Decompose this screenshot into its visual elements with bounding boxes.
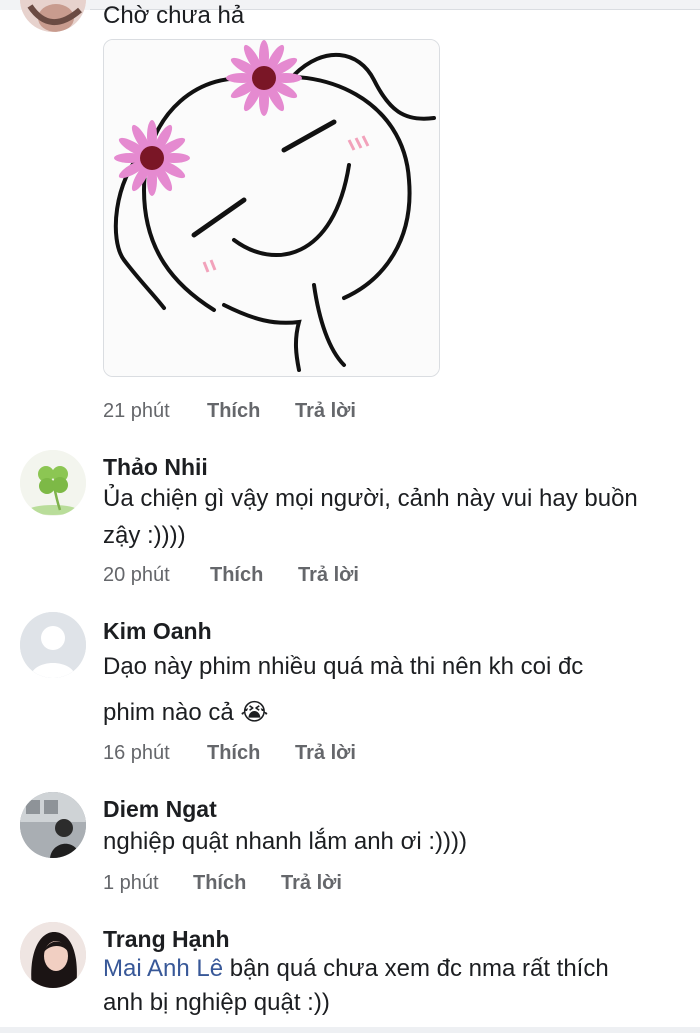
- reply-button[interactable]: Trả lời: [295, 400, 356, 423]
- like-button[interactable]: Thích: [207, 742, 260, 765]
- avatar[interactable]: [20, 922, 86, 988]
- comment-text: nghiệp quật nhanh lắm anh ơi :)))): [103, 828, 467, 855]
- comment-sticker[interactable]: [103, 39, 440, 377]
- timestamp[interactable]: 16 phút: [103, 742, 170, 765]
- clover-avatar-icon: [20, 450, 86, 516]
- avatar-photo: [20, 0, 86, 32]
- bottom-divider: [0, 1027, 700, 1033]
- like-button[interactable]: Thích: [207, 400, 260, 423]
- avatar[interactable]: [20, 792, 86, 858]
- mention-link[interactable]: Mai Anh Lê: [103, 955, 223, 982]
- like-button[interactable]: Thích: [210, 564, 263, 587]
- reply-button[interactable]: Trả lời: [295, 742, 356, 765]
- like-button[interactable]: Thích: [193, 872, 246, 895]
- default-profile-icon: [20, 612, 86, 678]
- comment-text: Dạo này phim nhiều quá mà thi nên kh coi…: [103, 653, 584, 726]
- avatar[interactable]: [20, 450, 86, 516]
- commenter-name[interactable]: Kim Oanh: [103, 618, 212, 645]
- comment-text: Ủa chiện gì vậy mọi người, cảnh này vui …: [103, 485, 638, 549]
- commenter-name[interactable]: Thảo Nhii: [103, 454, 208, 481]
- avatar[interactable]: [20, 0, 86, 32]
- comment-text: Chờ chưa hả: [103, 2, 245, 29]
- avatar-photo: [20, 922, 86, 988]
- crying-face-emoji: 😭: [240, 699, 269, 726]
- avatar-photo: [20, 792, 86, 858]
- smiling-face-with-flowers-sticker: [104, 40, 439, 376]
- timestamp[interactable]: 20 phút: [103, 564, 170, 587]
- timestamp[interactable]: 1 phút: [103, 872, 159, 895]
- reply-button[interactable]: Trả lời: [281, 872, 342, 895]
- comment-text: Mai Anh Lê bận quá chưa xem đc nma rất t…: [103, 955, 609, 1016]
- commenter-name[interactable]: Diem Ngat: [103, 796, 217, 823]
- timestamp[interactable]: 21 phút: [103, 400, 170, 423]
- commenter-name[interactable]: Trang Hạnh: [103, 926, 230, 953]
- reply-button[interactable]: Trả lời: [298, 564, 359, 587]
- avatar[interactable]: [20, 612, 86, 678]
